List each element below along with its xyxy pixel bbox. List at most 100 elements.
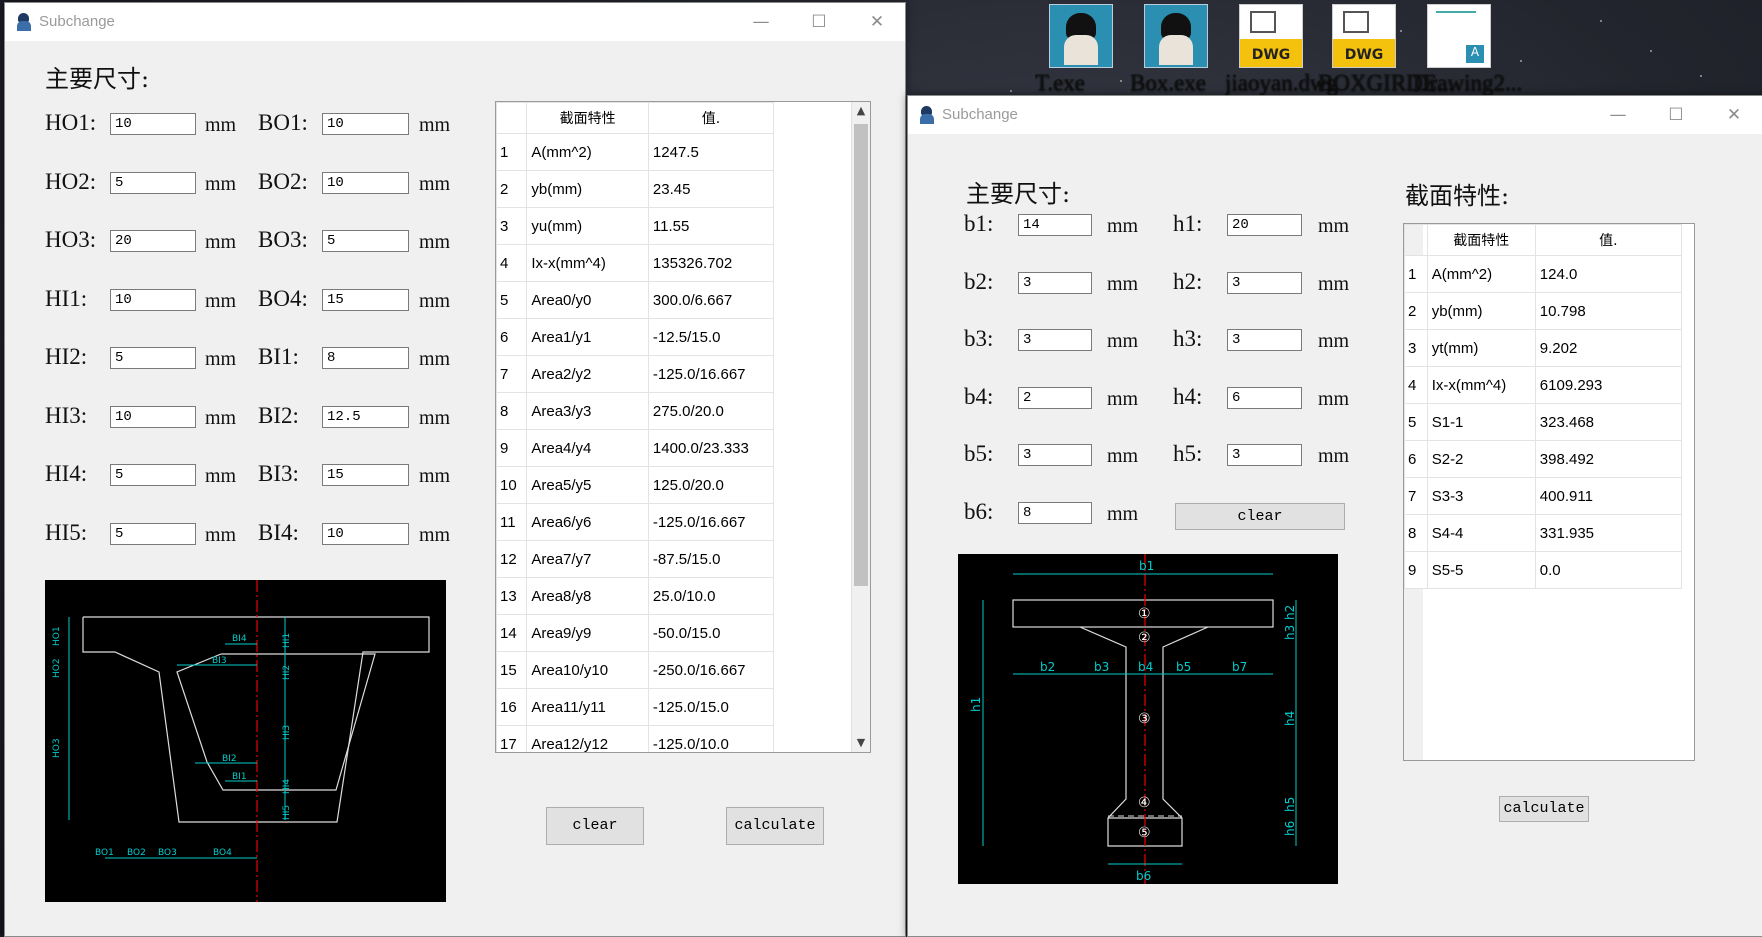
dimension-input[interactable]: 3 — [1018, 329, 1092, 351]
property-cell[interactable]: yu(mm) — [526, 207, 649, 245]
dimension-input[interactable]: 5 — [322, 230, 409, 252]
property-cell[interactable]: Area8/y8 — [526, 577, 649, 615]
dimension-input[interactable]: 8 — [1018, 502, 1092, 524]
value-cell[interactable]: 6109.293 — [1534, 366, 1683, 404]
value-cell[interactable]: 135326.702 — [647, 244, 775, 282]
value-cell[interactable]: -125.0/16.667 — [647, 503, 775, 541]
scroll-down-icon[interactable]: ▼ — [852, 734, 870, 752]
property-cell[interactable]: Area11/y11 — [526, 688, 649, 726]
table-row[interactable]: 16 Area11/y11 -125.0/15.0 — [496, 688, 775, 726]
dimension-input[interactable]: 5 — [110, 172, 196, 194]
property-cell[interactable]: Area1/y1 — [526, 318, 649, 356]
property-cell[interactable]: A(mm^2) — [526, 133, 649, 171]
dimension-input[interactable]: 14 — [1018, 214, 1092, 236]
clear-button[interactable]: clear — [546, 807, 644, 845]
dimension-input[interactable]: 10 — [322, 172, 409, 194]
property-cell[interactable]: yb(mm) — [526, 170, 649, 208]
table-row[interactable]: 6 Area1/y1 -12.5/15.0 — [496, 318, 775, 356]
property-cell[interactable]: A(mm^2) — [1426, 255, 1536, 293]
value-cell[interactable]: 23.45 — [647, 170, 775, 208]
property-cell[interactable]: Ix-x(mm^4) — [1426, 366, 1536, 404]
table-row[interactable]: 8 Area3/y3 275.0/20.0 — [496, 392, 775, 430]
value-cell[interactable]: 10.798 — [1534, 292, 1683, 330]
table-row[interactable]: 8 S4-4 331.935 — [1404, 514, 1683, 552]
close-button[interactable]: ✕ — [1706, 96, 1762, 134]
value-cell[interactable]: 1400.0/23.333 — [647, 429, 775, 467]
dimension-input[interactable]: 3 — [1018, 272, 1092, 294]
value-cell[interactable]: 323.468 — [1534, 403, 1683, 441]
value-cell[interactable]: 400.911 — [1534, 477, 1683, 515]
property-cell[interactable]: Area5/y5 — [526, 466, 649, 504]
table-row[interactable]: 1 A(mm^2) 124.0 — [1404, 255, 1683, 293]
property-cell[interactable]: Area10/y10 — [526, 651, 649, 689]
dimension-input[interactable]: 5 — [110, 523, 196, 545]
property-cell[interactable]: S3-3 — [1426, 477, 1536, 515]
maximize-button[interactable]: ☐ — [791, 3, 847, 41]
property-cell[interactable]: yb(mm) — [1426, 292, 1536, 330]
property-cell[interactable]: Area9/y9 — [526, 614, 649, 652]
table-row[interactable]: 4 Ix-x(mm^4) 6109.293 — [1404, 366, 1683, 404]
table-row[interactable]: 5 Area0/y0 300.0/6.667 — [496, 281, 775, 319]
desktop-icon-drawing2[interactable]: Drawing2... — [1413, 4, 1522, 95]
value-cell[interactable]: 124.0 — [1534, 255, 1683, 293]
value-cell[interactable]: -250.0/16.667 — [647, 651, 775, 689]
value-cell[interactable]: -125.0/15.0 — [647, 688, 775, 726]
calculate-button[interactable]: calculate — [726, 807, 824, 845]
value-cell[interactable]: -125.0/16.667 — [647, 355, 775, 393]
table-row[interactable]: 2 yb(mm) 10.798 — [1404, 292, 1683, 330]
dimension-input[interactable]: 5 — [110, 464, 196, 486]
desktop-icon-t-exe[interactable]: T.exe — [1035, 4, 1127, 95]
value-cell[interactable]: 0.0 — [1534, 551, 1683, 589]
value-cell[interactable]: -50.0/15.0 — [647, 614, 775, 652]
dimension-input[interactable]: 20 — [1227, 214, 1302, 236]
property-cell[interactable]: Area12/y12 — [526, 725, 649, 752]
maximize-button[interactable]: ☐ — [1648, 96, 1704, 134]
table-row[interactable]: 4 Ix-x(mm^4) 135326.702 — [496, 244, 775, 282]
property-cell[interactable]: Area3/y3 — [526, 392, 649, 430]
value-cell[interactable]: -12.5/15.0 — [647, 318, 775, 356]
vertical-scrollbar[interactable]: ▲ ▼ — [851, 102, 870, 752]
value-cell[interactable]: -87.5/15.0 — [647, 540, 775, 578]
title-bar[interactable]: Subchange — ☐ ✕ — [908, 96, 1762, 134]
table-row[interactable]: 5 S1-1 323.468 — [1404, 403, 1683, 441]
desktop-icon-boxgirder-dwg[interactable]: DWG BOXGIRDE... — [1318, 4, 1454, 95]
value-cell[interactable]: 300.0/6.667 — [647, 281, 775, 319]
property-cell[interactable]: Area0/y0 — [526, 281, 649, 319]
table-row[interactable]: 7 S3-3 400.911 — [1404, 477, 1683, 515]
property-cell[interactable]: yt(mm) — [1426, 329, 1536, 367]
dimension-input[interactable]: 10 — [110, 289, 196, 311]
value-cell[interactable]: 331.935 — [1534, 514, 1683, 552]
dimension-input[interactable]: 10 — [110, 406, 196, 428]
value-cell[interactable]: 11.55 — [647, 207, 775, 245]
value-cell[interactable]: 9.202 — [1534, 329, 1683, 367]
title-bar[interactable]: Subchange — ☐ ✕ — [5, 3, 905, 41]
dimension-input[interactable]: 2 — [1018, 387, 1092, 409]
table-row[interactable]: 9 S5-5 0.0 — [1404, 551, 1683, 589]
dimension-input[interactable]: 12.5 — [322, 406, 409, 428]
calculate-button[interactable]: calculate — [1499, 796, 1589, 822]
desktop-icon-box-exe[interactable]: Box.exe — [1130, 4, 1222, 95]
table-row[interactable]: 9 Area4/y4 1400.0/23.333 — [496, 429, 775, 467]
dimension-input[interactable]: 3 — [1018, 444, 1092, 466]
table-row[interactable]: 13 Area8/y8 25.0/10.0 — [496, 577, 775, 615]
value-cell[interactable]: 125.0/20.0 — [647, 466, 775, 504]
dimension-input[interactable]: 15 — [322, 464, 409, 486]
property-cell[interactable]: Area4/y4 — [526, 429, 649, 467]
dimension-input[interactable]: 3 — [1227, 272, 1302, 294]
dimension-input[interactable]: 5 — [110, 347, 196, 369]
dimension-input[interactable]: 15 — [322, 289, 409, 311]
table-row[interactable]: 7 Area2/y2 -125.0/16.667 — [496, 355, 775, 393]
dimension-input[interactable]: 3 — [1227, 444, 1302, 466]
property-cell[interactable]: S4-4 — [1426, 514, 1536, 552]
value-cell[interactable]: 1247.5 — [647, 133, 775, 171]
property-cell[interactable]: S5-5 — [1426, 551, 1536, 589]
value-cell[interactable]: 275.0/20.0 — [647, 392, 775, 430]
dimension-input[interactable]: 10 — [322, 523, 409, 545]
dimension-input[interactable]: 10 — [322, 113, 409, 135]
property-cell[interactable]: Ix-x(mm^4) — [526, 244, 649, 282]
property-cell[interactable]: S2-2 — [1426, 440, 1536, 478]
table-row[interactable]: 3 yu(mm) 11.55 — [496, 207, 775, 245]
scroll-up-icon[interactable]: ▲ — [852, 102, 870, 120]
value-cell[interactable]: 25.0/10.0 — [647, 577, 775, 615]
table-row[interactable]: 15 Area10/y10 -250.0/16.667 — [496, 651, 775, 689]
